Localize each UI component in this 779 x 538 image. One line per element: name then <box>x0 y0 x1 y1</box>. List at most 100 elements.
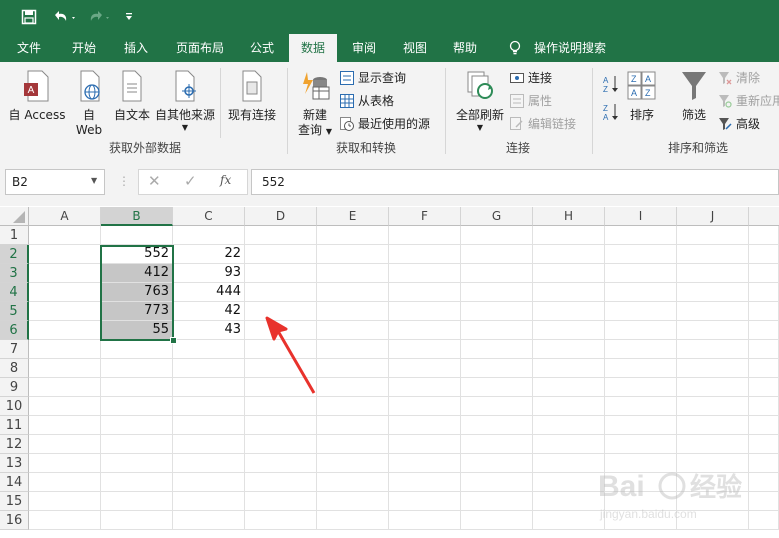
name-box-dropdown-icon[interactable]: ▼ <box>91 176 97 185</box>
cell-j2[interactable] <box>677 245 749 264</box>
cell-b11[interactable] <box>101 416 173 435</box>
cell-d3[interactable] <box>245 264 317 283</box>
cell-k8[interactable] <box>749 359 779 378</box>
cell-e8[interactable] <box>317 359 389 378</box>
cell-k2[interactable] <box>749 245 779 264</box>
cell-g4[interactable] <box>461 283 533 302</box>
tab-formulas[interactable]: 公式 <box>240 34 284 62</box>
col-header-b[interactable]: B <box>101 207 173 226</box>
cell-e2[interactable] <box>317 245 389 264</box>
cell-c8[interactable] <box>173 359 245 378</box>
cell-a12[interactable] <box>29 435 101 454</box>
cell-e5[interactable] <box>317 302 389 321</box>
row-header-13[interactable]: 13 <box>0 454 29 473</box>
cell-a5[interactable] <box>29 302 101 321</box>
cell-a1[interactable] <box>29 226 101 245</box>
cell-i10[interactable] <box>605 397 677 416</box>
insert-function-icon[interactable]: fx <box>220 173 231 187</box>
from-text-button[interactable]: 自文本 <box>110 70 154 123</box>
cell-c5[interactable]: 42 <box>173 302 245 321</box>
cell-k12[interactable] <box>749 435 779 454</box>
cell-j3[interactable] <box>677 264 749 283</box>
cell-c1[interactable] <box>173 226 245 245</box>
cell-f10[interactable] <box>389 397 461 416</box>
cell-k3[interactable] <box>749 264 779 283</box>
cell-j5[interactable] <box>677 302 749 321</box>
col-header-a[interactable]: A <box>29 207 101 226</box>
cell-f4[interactable] <box>389 283 461 302</box>
cell-d2[interactable] <box>245 245 317 264</box>
cell-b3[interactable]: 412 <box>101 264 173 283</box>
cell-f9[interactable] <box>389 378 461 397</box>
cell-c6[interactable]: 43 <box>173 321 245 340</box>
cell-i11[interactable] <box>605 416 677 435</box>
cell-f3[interactable] <box>389 264 461 283</box>
cell-d14[interactable] <box>245 473 317 492</box>
cell-b5[interactable]: 773 <box>101 302 173 321</box>
cell-h11[interactable] <box>533 416 605 435</box>
cell-h7[interactable] <box>533 340 605 359</box>
cell-e16[interactable] <box>317 511 389 530</box>
cell-d15[interactable] <box>245 492 317 511</box>
cell-g5[interactable] <box>461 302 533 321</box>
cell-j7[interactable] <box>677 340 749 359</box>
cell-k9[interactable] <box>749 378 779 397</box>
sort-button[interactable]: ZAAZ 排序 <box>624 70 660 123</box>
tab-help[interactable]: 帮助 <box>443 34 487 62</box>
cell-g2[interactable] <box>461 245 533 264</box>
row-header-3[interactable]: 3 <box>0 264 29 283</box>
cell-f6[interactable] <box>389 321 461 340</box>
cell-c13[interactable] <box>173 454 245 473</box>
cell-i7[interactable] <box>605 340 677 359</box>
cell-g10[interactable] <box>461 397 533 416</box>
cell-d16[interactable] <box>245 511 317 530</box>
cell-f1[interactable] <box>389 226 461 245</box>
cell-i3[interactable] <box>605 264 677 283</box>
row-header-6[interactable]: 6 <box>0 321 29 340</box>
cell-j1[interactable] <box>677 226 749 245</box>
cell-i8[interactable] <box>605 359 677 378</box>
cell-h13[interactable] <box>533 454 605 473</box>
cell-j11[interactable] <box>677 416 749 435</box>
col-header-e[interactable]: E <box>317 207 389 226</box>
cell-e9[interactable] <box>317 378 389 397</box>
cell-b1[interactable] <box>101 226 173 245</box>
cell-f12[interactable] <box>389 435 461 454</box>
cell-h14[interactable] <box>533 473 605 492</box>
lightbulb-icon[interactable] <box>503 34 527 62</box>
save-icon[interactable] <box>18 6 40 28</box>
row-header-5[interactable]: 5 <box>0 302 29 321</box>
cell-f5[interactable] <box>389 302 461 321</box>
from-other-sources-button[interactable]: 自其他来源 ▼ <box>152 70 218 133</box>
cell-i6[interactable] <box>605 321 677 340</box>
cell-f14[interactable] <box>389 473 461 492</box>
cell-a4[interactable] <box>29 283 101 302</box>
cell-b2[interactable]: 552 <box>101 245 173 264</box>
tab-view[interactable]: 视图 <box>393 34 437 62</box>
cell-a6[interactable] <box>29 321 101 340</box>
col-header-g[interactable]: G <box>461 207 533 226</box>
cell-c16[interactable] <box>173 511 245 530</box>
connections-button[interactable]: 连接 <box>510 69 552 87</box>
cell-c12[interactable] <box>173 435 245 454</box>
cell-k6[interactable] <box>749 321 779 340</box>
from-access-button[interactable]: A 自 Access <box>6 70 68 123</box>
cell-a10[interactable] <box>29 397 101 416</box>
cell-h6[interactable] <box>533 321 605 340</box>
cell-f15[interactable] <box>389 492 461 511</box>
cell-g1[interactable] <box>461 226 533 245</box>
tab-home[interactable]: 开始 <box>62 34 106 62</box>
cell-g3[interactable] <box>461 264 533 283</box>
cell-i5[interactable] <box>605 302 677 321</box>
cell-j6[interactable] <box>677 321 749 340</box>
tab-data[interactable]: 数据 <box>289 34 337 62</box>
cell-g15[interactable] <box>461 492 533 511</box>
cell-d4[interactable] <box>245 283 317 302</box>
cell-g8[interactable] <box>461 359 533 378</box>
cell-f7[interactable] <box>389 340 461 359</box>
cell-a16[interactable] <box>29 511 101 530</box>
cell-g6[interactable] <box>461 321 533 340</box>
cell-h3[interactable] <box>533 264 605 283</box>
col-header-d[interactable]: D <box>245 207 317 226</box>
cell-b6[interactable]: 55 <box>101 321 173 340</box>
